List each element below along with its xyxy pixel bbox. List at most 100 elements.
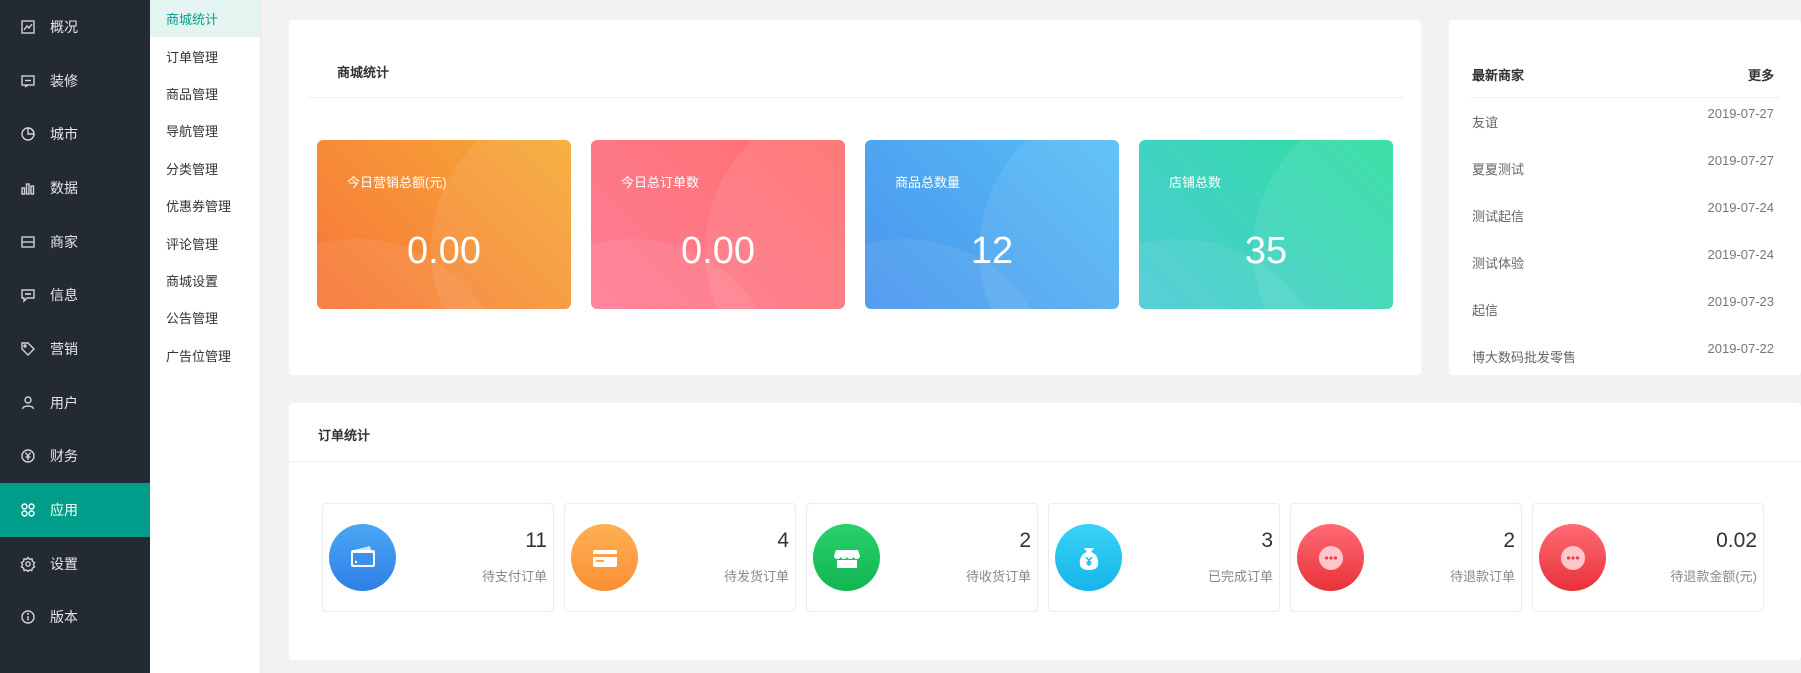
sidebar-item-finance[interactable]: 财务 xyxy=(0,430,150,484)
merchant-name: 测试起信 xyxy=(1472,209,1525,224)
sidebar-item-overview[interactable]: 概况 xyxy=(0,0,150,54)
sidebar-item-settings[interactable]: 设置 xyxy=(0,537,150,591)
gear-icon xyxy=(20,556,36,572)
order-card-pending-receipt[interactable]: 2 待收货订单 xyxy=(806,503,1038,612)
sidebar-item-label: 财务 xyxy=(50,448,78,465)
latest-merchants-title: 最新商家 xyxy=(1472,68,1525,83)
order-stats-panel: 订单统计 11 待支付订单 4 待发货订单 2 待收货订单 3 已完成订单 2 xyxy=(289,403,1801,660)
subnav-item-ad-slots[interactable]: 广告位管理 xyxy=(150,337,260,374)
apps-icon xyxy=(20,502,36,518)
merchant-date: 2019-07-27 xyxy=(1707,106,1775,121)
chart-icon xyxy=(20,180,36,196)
subnav-item-navigation[interactable]: 导航管理 xyxy=(150,112,260,149)
sidebar-item-label: 用户 xyxy=(50,394,78,411)
card-icon xyxy=(571,524,638,591)
sidebar-item-label: 商家 xyxy=(50,233,78,250)
order-count: 2 xyxy=(1503,529,1515,552)
merchant-date: 2019-07-24 xyxy=(1707,200,1775,215)
merchant-name: 起信 xyxy=(1472,303,1499,318)
order-count: 11 xyxy=(525,529,547,552)
stat-card-orders: 今日总订单数 0.00 xyxy=(591,140,845,309)
order-stats-title: 订单统计 xyxy=(318,428,371,443)
money-bag-icon xyxy=(1055,524,1122,591)
sidebar-item-label: 设置 xyxy=(50,555,78,572)
merchant-name: 博大数码批发零售 xyxy=(1472,350,1577,365)
more-icon xyxy=(1297,524,1364,591)
stat-value: 12 xyxy=(970,230,1014,272)
order-label: 待退款金额(元) xyxy=(1670,569,1757,584)
sidebar-item-label: 应用 xyxy=(50,502,78,519)
stat-card-stores: 店铺总数 35 xyxy=(1139,140,1393,309)
stat-card-products: 商品总数量 12 xyxy=(865,140,1119,309)
sidebar-item-label: 信息 xyxy=(50,287,78,304)
stat-label: 今日营销总额(元) xyxy=(347,175,447,190)
primary-sidebar: 概况 装修 城市 数据 商家 信息 营销 用户 财务 应用 设置 版本 xyxy=(0,0,150,673)
merchant-date: 2019-07-22 xyxy=(1707,341,1775,356)
merchant-date: 2019-07-24 xyxy=(1707,247,1775,262)
order-card-completed[interactable]: 3 已完成订单 xyxy=(1048,503,1280,612)
mall-stats-panel: 商城统计 今日营销总额(元) 0.00 今日总订单数 0.00 商品总数量 12… xyxy=(289,20,1421,375)
order-label: 待收货订单 xyxy=(965,569,1031,584)
store-icon xyxy=(813,524,880,591)
sidebar-item-city[interactable]: 城市 xyxy=(0,107,150,161)
more-link[interactable]: 更多 xyxy=(1748,65,1774,84)
info-icon xyxy=(20,609,36,625)
sidebar-item-label: 概况 xyxy=(50,18,78,35)
wallet-icon xyxy=(329,524,396,591)
sidebar-item-version[interactable]: 版本 xyxy=(0,591,150,645)
divider xyxy=(307,97,1403,98)
city-icon xyxy=(20,126,36,142)
order-count: 3 xyxy=(1261,529,1273,552)
sidebar-item-marketing[interactable]: 营销 xyxy=(0,322,150,376)
merchant-name: 测试体验 xyxy=(1472,256,1525,271)
sidebar-item-label: 装修 xyxy=(50,72,78,89)
subnav-item-products[interactable]: 商品管理 xyxy=(150,75,260,112)
subnav-item-orders[interactable]: 订单管理 xyxy=(150,37,260,74)
overview-icon xyxy=(20,19,36,35)
merchant-name: 夏夏测试 xyxy=(1472,162,1525,177)
list-item[interactable]: 测试体验 2019-07-24 xyxy=(1472,247,1775,271)
stat-card-sales: 今日营销总额(元) 0.00 xyxy=(317,140,571,309)
subnav-item-mall-stats[interactable]: 商城统计 xyxy=(150,0,260,38)
sidebar-item-label: 版本 xyxy=(50,609,78,626)
order-count: 4 xyxy=(777,529,789,552)
subnav-item-reviews[interactable]: 评论管理 xyxy=(150,224,260,261)
list-item[interactable]: 测试起信 2019-07-24 xyxy=(1472,200,1775,224)
subnav-item-mall-settings[interactable]: 商城设置 xyxy=(150,262,260,299)
sidebar-item-decoration[interactable]: 装修 xyxy=(0,54,150,108)
subnav-item-coupons[interactable]: 优惠券管理 xyxy=(150,187,260,224)
stat-value: 0.00 xyxy=(407,230,481,272)
order-card-pending-refund[interactable]: 2 待退款订单 xyxy=(1290,503,1522,612)
list-item[interactable]: 起信 2019-07-23 xyxy=(1472,294,1775,318)
stat-label: 商品总数量 xyxy=(895,175,961,190)
order-label: 已完成订单 xyxy=(1207,569,1273,584)
list-item[interactable]: 博大数码批发零售 2019-07-22 xyxy=(1472,341,1775,365)
sidebar-item-apps[interactable]: 应用 xyxy=(0,483,150,537)
user-icon xyxy=(20,395,36,411)
merchant-icon xyxy=(20,234,36,250)
sidebar-item-data[interactable]: 数据 xyxy=(0,161,150,215)
latest-merchants-panel: 最新商家 更多 友谊 2019-07-27 夏夏测试 2019-07-27 测试… xyxy=(1449,20,1801,375)
sidebar-item-merchant[interactable]: 商家 xyxy=(0,215,150,269)
order-label: 待支付订单 xyxy=(481,569,547,584)
stat-label: 今日总订单数 xyxy=(621,175,700,190)
merchant-date: 2019-07-23 xyxy=(1707,294,1775,309)
list-item[interactable]: 夏夏测试 2019-07-27 xyxy=(1472,153,1775,177)
order-card-pending-payment[interactable]: 11 待支付订单 xyxy=(322,503,554,612)
merchant-date: 2019-07-27 xyxy=(1707,153,1775,168)
more-icon xyxy=(1539,524,1606,591)
mall-stats-title: 商城统计 xyxy=(337,65,390,80)
list-item[interactable]: 友谊 2019-07-27 xyxy=(1472,106,1775,130)
sidebar-item-label: 城市 xyxy=(50,126,78,143)
subnav-item-categories[interactable]: 分类管理 xyxy=(150,150,260,187)
decoration-icon xyxy=(20,73,36,89)
sidebar-item-label: 营销 xyxy=(50,340,78,357)
merchant-name: 友谊 xyxy=(1472,115,1499,130)
message-icon xyxy=(20,287,36,303)
order-card-refund-amount[interactable]: 0.02 待退款金额(元) xyxy=(1532,503,1764,612)
subnav-item-announcements[interactable]: 公告管理 xyxy=(150,299,260,336)
sidebar-item-user[interactable]: 用户 xyxy=(0,376,150,430)
order-card-pending-shipment[interactable]: 4 待发货订单 xyxy=(564,503,796,612)
sidebar-item-message[interactable]: 信息 xyxy=(0,268,150,322)
order-label: 待退款订单 xyxy=(1449,569,1515,584)
